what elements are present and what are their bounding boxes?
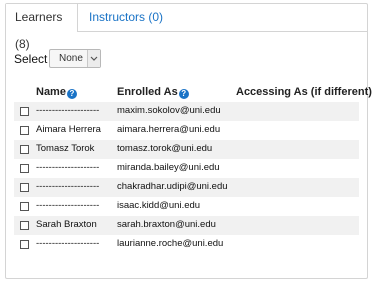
- select-dropdown[interactable]: None: [49, 49, 101, 68]
- table-row: Sarah Braxton sarah.braxton@uni.edu: [14, 216, 359, 235]
- row-checkbox[interactable]: [20, 164, 29, 173]
- row-email: sarah.braxton@uni.edu: [117, 219, 216, 230]
- help-icon[interactable]: ?: [178, 89, 189, 99]
- tab-instructors[interactable]: Instructors (0): [80, 4, 172, 31]
- learner-list: -------------------- maxim.sokolov@uni.e…: [14, 102, 359, 254]
- row-email: miranda.bailey@uni.edu: [117, 162, 220, 173]
- table-row: -------------------- isaac.kidd@uni.edu: [14, 197, 359, 216]
- row-checkbox[interactable]: [20, 183, 29, 192]
- row-name: Sarah Braxton: [36, 219, 97, 230]
- chevron-down-icon: [87, 50, 100, 67]
- row-email: chakradhar.udipi@uni.edu: [117, 181, 228, 192]
- table-row: -------------------- maxim.sokolov@uni.e…: [14, 102, 359, 121]
- table-row: Aimara Herrera aimara.herrera@uni.edu: [14, 121, 359, 140]
- row-name: --------------------: [36, 181, 100, 192]
- table-row: -------------------- laurianne.roche@uni…: [14, 235, 359, 254]
- row-name: Aimara Herrera: [36, 124, 101, 135]
- row-name: --------------------: [36, 162, 100, 173]
- tab-learners[interactable]: Learners (8): [6, 4, 78, 51]
- row-checkbox[interactable]: [20, 126, 29, 135]
- row-email: maxim.sokolov@uni.edu: [117, 105, 221, 116]
- row-checkbox[interactable]: [20, 145, 29, 154]
- column-header-name: Name?: [36, 86, 77, 99]
- column-header-enrolled-as: Enrolled As?: [117, 86, 189, 99]
- select-value: None: [59, 53, 83, 64]
- row-name: --------------------: [36, 200, 100, 211]
- row-name: --------------------: [36, 238, 100, 249]
- row-checkbox[interactable]: [20, 202, 29, 211]
- row-checkbox[interactable]: [20, 107, 29, 116]
- table-header: Name? Enrolled As? Accessing As (if diff…: [6, 84, 372, 100]
- row-email: tomasz.torok@uni.edu: [117, 143, 213, 154]
- row-checkbox[interactable]: [20, 221, 29, 230]
- help-icon[interactable]: ?: [66, 89, 77, 99]
- select-label: Select: [14, 52, 48, 66]
- column-header-accessing-as: Accessing As (if different)?: [236, 86, 372, 98]
- row-name: --------------------: [36, 105, 100, 116]
- row-name: Tomasz Torok: [36, 143, 95, 154]
- row-checkbox[interactable]: [20, 240, 29, 249]
- learners-panel: Learners (8) Instructors (0) Select None…: [5, 3, 372, 279]
- table-row: -------------------- miranda.bailey@uni.…: [14, 159, 359, 178]
- row-email: aimara.herrera@uni.edu: [117, 124, 221, 135]
- tab-bar: Learners (8) Instructors (0): [6, 4, 367, 51]
- table-row: Tomasz Torok tomasz.torok@uni.edu: [14, 140, 359, 159]
- table-row: -------------------- chakradhar.udipi@un…: [14, 178, 359, 197]
- row-email: laurianne.roche@uni.edu: [117, 238, 224, 249]
- row-email: isaac.kidd@uni.edu: [117, 200, 201, 211]
